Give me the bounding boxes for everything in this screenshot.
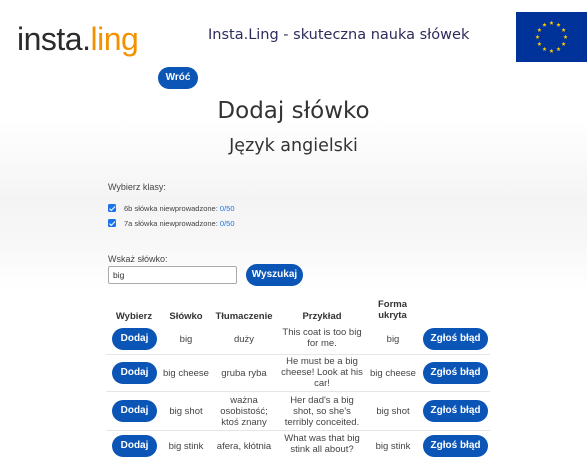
logo[interactable]: insta.ling [17,21,139,57]
hidden-form-cell: big cheese [370,368,416,379]
col-header-hidden-form: Forma ukryta [377,299,408,321]
eu-star-icon [556,22,561,27]
word-cell: big shot [169,406,203,417]
col-header-example: Przykład [302,311,342,322]
example-cell: He must be a big cheese! Look at his car… [281,356,363,389]
eu-star-icon [537,27,542,32]
eu-star-icon [535,34,540,39]
eu-star-icon [549,48,554,53]
row-divider [106,430,490,431]
word-label: Wskaż słówko: [108,254,168,264]
translation-cell: afera, kłótnia [216,441,272,452]
search-button[interactable]: Wyszukaj [246,264,303,286]
hidden-form-cell: big shot [376,406,410,417]
eu-star-icon [561,41,566,46]
word-cell: big [179,334,193,345]
word-cell: big cheese [163,368,209,379]
hidden-form-cell: big stink [375,441,411,452]
add-button[interactable]: Dodaj [112,400,157,422]
logo-text-ling: ling [90,21,139,57]
checkbox-checked-icon[interactable] [108,219,116,227]
class-name: 7a [124,219,133,228]
eu-star-icon [556,46,561,51]
row-divider [106,354,490,355]
col-header-select: Wybierz [115,311,153,322]
eu-flag-icon [516,12,587,62]
report-error-button[interactable]: Zgłoś błąd [423,400,488,422]
example-cell: Her dad's a big shot, so she's terribly … [284,395,360,428]
class-option-6b[interactable]: 6b słówka niewprowadzone: 0/50 [108,204,235,214]
site-header: insta.ling Insta.Ling - skuteczna nauka … [0,0,587,70]
translation-cell: duży [233,334,255,345]
example-cell: What was that big stink all about? [284,433,360,455]
logo-text-insta: insta. [17,21,91,57]
col-header-translation: Tłumaczenie [215,311,273,322]
word-cell: big stink [168,441,204,452]
class-text: słówka niewprowadzone: [134,219,218,228]
translation-cell: ważna osobistość; ktoś znany [220,395,268,428]
col-header-word: Słówko [169,311,203,322]
add-button[interactable]: Dodaj [112,362,157,384]
class-name: 6b [124,204,133,213]
add-button[interactable]: Dodaj [112,328,157,350]
eu-star-icon [542,22,547,27]
eu-star-icon [561,27,566,32]
page-subtitle: Język angielski [229,136,358,156]
eu-star-icon [563,34,568,39]
eu-star-icon [542,46,547,51]
row-divider [106,391,490,392]
search-input[interactable]: big [108,266,237,284]
eu-star-icon [549,20,554,25]
example-cell: This coat is too big for me. [282,327,362,349]
back-button[interactable]: Wróć [158,67,198,89]
class-count: 0/50 [219,204,235,213]
classes-label: Wybierz klasy: [108,182,166,192]
class-text: słówka niewprowadzone: [134,204,218,213]
add-button[interactable]: Dodaj [112,435,157,457]
hidden-form-cell: big [386,334,400,345]
report-error-button[interactable]: Zgłoś błąd [423,362,488,384]
eu-star-icon [537,41,542,46]
class-count: 0/50 [219,219,235,228]
site-title: Insta.Ling - skuteczna nauka słówek [208,27,470,43]
checkbox-checked-icon[interactable] [108,204,116,212]
class-option-7a[interactable]: 7a słówka niewprowadzone: 0/50 [108,219,235,229]
page-title: Dodaj słówko [217,98,370,124]
report-error-button[interactable]: Zgłoś błąd [423,435,488,457]
translation-cell: gruba ryba [221,368,267,379]
report-error-button[interactable]: Zgłoś błąd [423,328,488,350]
